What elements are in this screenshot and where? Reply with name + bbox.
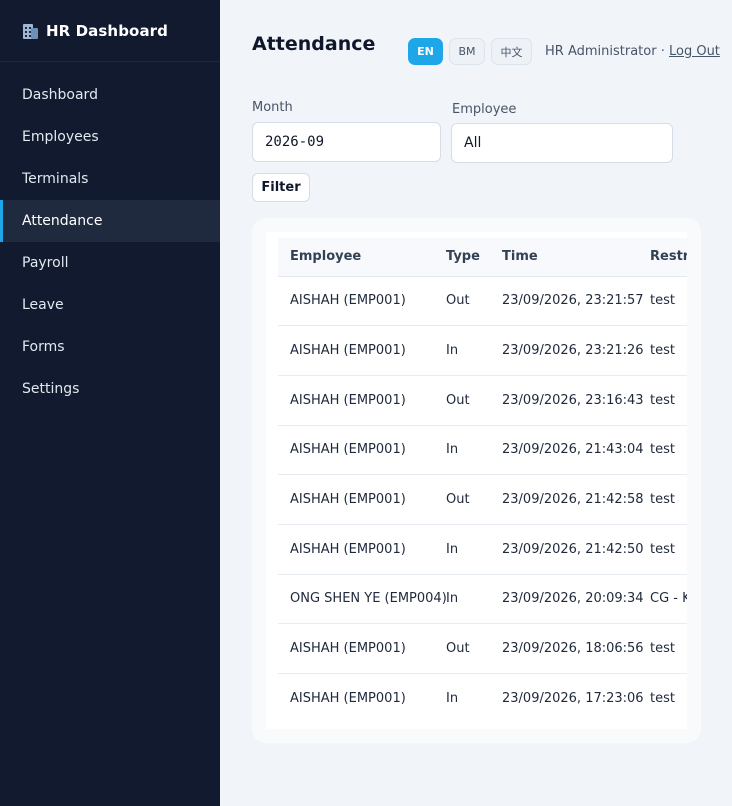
table-row: AISHAH (EMP001) Out 23/09/2026, 18:06:56 te… [278,623,687,674]
cell-time: 23/09/2026, 23:21:26 [502,325,650,376]
cell-time: 23/09/2026, 23:16:43 [502,375,650,426]
sidebar-item-label: Leave [22,297,64,313]
cell-type: Out [446,375,502,426]
language-button-en[interactable]: EN [408,38,443,65]
sidebar-item-label: Settings [22,381,80,397]
sidebar-item-label: Attendance [22,213,103,229]
table-row: AISHAH (EMP001) Out 23/09/2026, 23:16:43 te… [278,375,687,426]
sidebar-item-label: Dashboard [22,87,98,103]
cell-employee: AISHAH (EMP001) [278,673,446,710]
cell-terminal: test [650,425,687,476]
table-header-row: Employee Type Time Restricted Terminal [278,238,687,277]
brand[interactable]: HR Dashboard [0,0,220,62]
cell-terminal: test [650,474,687,525]
table-row: ONG SHEN YE (EMP004) In 23/09/2026, 20:09:… [278,574,687,625]
sidebar: HR Dashboard Dashboard Employees Termina… [0,0,220,806]
cell-time: 23/09/2026, 23:21:57 [502,276,650,327]
cell-terminal: CG - KUANG [650,574,687,625]
cell-type: In [446,673,502,710]
cell-employee: AISHAH (EMP001) [278,325,446,376]
cell-employee: AISHAH (EMP001) [278,425,446,476]
column-header-employee: Employee [278,238,446,277]
logout-link[interactable]: Log Out [669,44,720,59]
cell-time: 23/09/2026, 17:23:06 [502,673,650,710]
cell-terminal: test [650,276,687,327]
sidebar-item-settings[interactable]: Settings [0,368,220,410]
employee-label: Employee [452,102,517,117]
filter-button[interactable]: Filter [252,173,310,202]
page-title: Attendance [252,33,376,55]
cell-type: In [446,574,502,625]
cell-employee: ONG SHEN YE (EMP004) [278,574,446,625]
table-scroll: Employee Type Time Restricted Terminal A… [278,238,687,710]
sidebar-item-forms[interactable]: Forms [0,326,220,368]
cell-employee: AISHAH (EMP001) [278,524,446,575]
attendance-table: Employee Type Time Restricted Terminal A… [278,238,687,710]
cell-employee: AISHAH (EMP001) [278,276,446,327]
language-button-bm[interactable]: BM [449,38,485,65]
cell-employee: AISHAH (EMP001) [278,623,446,674]
cell-type: In [446,425,502,476]
language-button-zh[interactable]: 中文 [491,38,532,65]
sidebar-item-terminals[interactable]: Terminals [0,158,220,200]
sidebar-item-label: Employees [22,129,99,145]
cell-time: 23/09/2026, 21:42:58 [502,474,650,525]
month-label: Month [252,100,293,115]
user-info: HR Administrator · Log Out [545,44,720,59]
cell-time: 23/09/2026, 18:06:56 [502,623,650,674]
cell-terminal: test [650,524,687,575]
cell-time: 23/09/2026, 21:42:50 [502,524,650,575]
column-header-time: Time [502,238,650,277]
office-building-icon [22,22,39,39]
column-header-restricted-terminal: Restricted Terminal [650,238,687,277]
sidebar-item-label: Forms [22,339,65,355]
table-container[interactable]: Employee Type Time Restricted Terminal A… [266,232,687,729]
cell-employee: AISHAH (EMP001) [278,474,446,525]
sidebar-item-payroll[interactable]: Payroll [0,242,220,284]
sidebar-item-dashboard[interactable]: Dashboard [0,74,220,116]
cell-type: Out [446,474,502,525]
sidebar-item-label: Terminals [22,171,89,187]
cell-type: Out [446,623,502,674]
attendance-card: Employee Type Time Restricted Terminal A… [252,218,701,743]
month-input[interactable]: 2026-09 [252,122,441,162]
cell-type: Out [446,276,502,327]
table-row: AISHAH (EMP001) Out 23/09/2026, 21:42:58 te… [278,474,687,525]
table-row: AISHAH (EMP001) In 23/09/2026, 21:43:04 tes… [278,425,687,476]
table-row: AISHAH (EMP001) In 23/09/2026, 21:42:50 tes… [278,524,687,575]
sidebar-item-employees[interactable]: Employees [0,116,220,158]
brand-title: HR Dashboard [46,21,169,40]
sidebar-item-label: Payroll [22,255,69,271]
sidebar-item-leave[interactable]: Leave [0,284,220,326]
cell-time: 23/09/2026, 21:43:04 [502,425,650,476]
cell-terminal: test [650,623,687,674]
sidebar-item-attendance[interactable]: Attendance [0,200,220,242]
table-row: AISHAH (EMP001) In 23/09/2026, 23:21:26 tes… [278,325,687,376]
column-header-type: Type [446,238,502,277]
cell-time: 23/09/2026, 20:09:34 [502,574,650,625]
sidebar-nav: Dashboard Employees Terminals Attendance… [0,74,220,410]
cell-type: In [446,524,502,575]
table-row: AISHAH (EMP001) Out 23/09/2026, 23:21:57 te… [278,276,687,327]
user-name: HR Administrator [545,44,657,59]
cell-employee: AISHAH (EMP001) [278,375,446,426]
cell-type: In [446,325,502,376]
cell-terminal: test [650,375,687,426]
separator: · [660,44,665,59]
employee-select[interactable]: All [451,123,673,163]
table-row: AISHAH (EMP001) In 23/09/2026, 17:23:06 tes… [278,673,687,710]
cell-terminal: test [650,325,687,376]
cell-terminal: test [650,673,687,710]
